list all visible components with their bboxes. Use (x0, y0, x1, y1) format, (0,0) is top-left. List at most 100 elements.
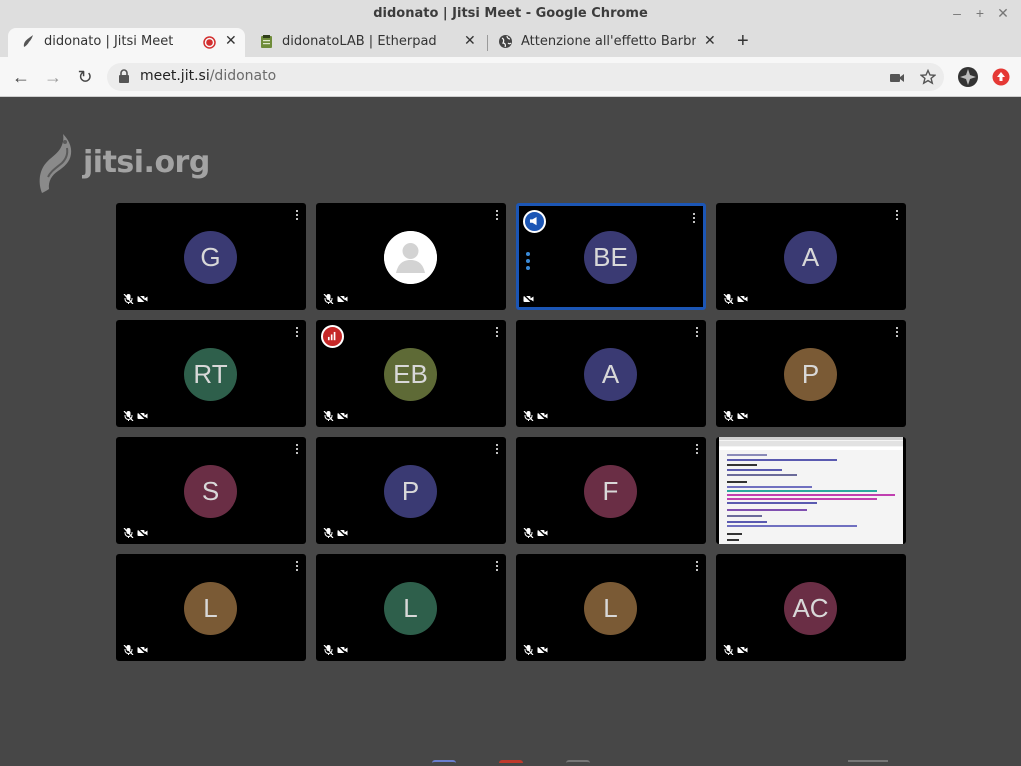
jitsi-meeting-page: jitsi.org G BE A RT EB A P S P F L L L A… (0, 97, 1021, 766)
profile-avatar-icon[interactable] (957, 66, 979, 88)
tile-menu-icon[interactable] (894, 210, 900, 222)
avatar: L (384, 582, 437, 635)
tab-jitsi-meet[interactable]: didonato | Jitsi Meet ✕ (8, 28, 245, 57)
mic-muted-icon (523, 411, 534, 421)
reload-icon[interactable]: ↻ (73, 65, 97, 89)
window-titlebar: didonato | Jitsi Meet - Google Chrome – … (0, 0, 1021, 28)
browser-toolbar: ← → ↻ meet.jit.si/didonato (0, 57, 1021, 97)
status-icons (523, 411, 548, 421)
camera-off-icon (737, 294, 748, 304)
camera-off-icon (337, 528, 348, 538)
camera-off-icon (137, 294, 148, 304)
avatar: BE (584, 231, 637, 284)
minimize-icon[interactable]: – (949, 5, 965, 21)
url-text[interactable]: meet.jit.si/didonato (140, 68, 276, 84)
close-tab-icon[interactable]: ✕ (225, 33, 237, 49)
tab-label: didonato | Jitsi Meet (44, 34, 174, 49)
camera-off-icon (337, 645, 348, 655)
tile-menu-icon[interactable] (494, 444, 500, 456)
tile-menu-icon[interactable] (294, 210, 300, 222)
tile-menu-icon[interactable] (694, 561, 700, 573)
jitsi-favicon-icon (23, 35, 33, 47)
avatar: AC (784, 582, 837, 635)
tile-menu-icon[interactable] (294, 561, 300, 573)
avatar: A (784, 231, 837, 284)
camera-off-icon (337, 411, 348, 421)
tile-menu-icon[interactable] (691, 213, 697, 225)
toolbar-button-hint[interactable] (848, 760, 888, 763)
jitsi-logo-icon (39, 134, 72, 193)
connection-indicator-icon[interactable] (321, 325, 344, 348)
etherpad-favicon-icon (261, 35, 272, 48)
camera-off-icon (737, 411, 748, 421)
mic-muted-icon (523, 645, 534, 655)
participant-tile-active-speaker[interactable]: BE (516, 203, 706, 310)
participant-tile[interactable]: L (116, 554, 306, 661)
new-tab-icon[interactable]: + (737, 30, 749, 53)
camera-off-icon (537, 411, 548, 421)
camera-off-icon (537, 528, 548, 538)
dominant-speaker-icon (523, 210, 546, 233)
avatar: P (784, 348, 837, 401)
tile-menu-icon[interactable] (694, 444, 700, 456)
status-icons (523, 528, 548, 538)
participant-tile[interactable]: P (716, 320, 906, 427)
status-icons (323, 645, 348, 655)
participant-tile[interactable]: A (516, 320, 706, 427)
maximize-icon[interactable]: + (972, 5, 988, 21)
participant-tile[interactable]: L (316, 554, 506, 661)
participant-tile[interactable]: A (716, 203, 906, 310)
tile-menu-icon[interactable] (494, 327, 500, 339)
bookmark-star-icon[interactable] (920, 69, 936, 85)
participant-tile[interactable]: EB (316, 320, 506, 427)
tile-menu-icon[interactable] (494, 561, 500, 573)
toolbar-button-hint[interactable] (499, 760, 523, 763)
participant-tile-screenshare[interactable] (716, 437, 906, 544)
participant-tile[interactable]: RT (116, 320, 306, 427)
update-available-icon[interactable] (992, 68, 1010, 86)
jitsi-logo[interactable]: jitsi.org (36, 133, 210, 197)
globe-icon (499, 35, 512, 48)
toolbar-button-hint[interactable] (566, 760, 590, 763)
participant-tile[interactable]: AC (716, 554, 906, 661)
address-bar[interactable]: meet.jit.si/didonato (107, 63, 944, 91)
avatar: EB (384, 348, 437, 401)
tab-barbra-streisand[interactable]: Attenzione all'effetto Barbra Str ✕ (488, 28, 728, 57)
participant-tile[interactable]: F (516, 437, 706, 544)
mic-muted-icon (723, 645, 734, 655)
back-icon[interactable]: ← (9, 65, 33, 89)
close-tab-icon[interactable]: ✕ (464, 33, 476, 49)
camera-off-icon (337, 294, 348, 304)
status-icons (723, 411, 748, 421)
status-icons (323, 528, 348, 538)
participant-tile[interactable] (316, 203, 506, 310)
recording-icon (203, 36, 216, 49)
avatar: A (584, 348, 637, 401)
camera-in-use-icon[interactable] (889, 70, 905, 86)
close-window-icon[interactable]: ✕ (995, 5, 1011, 22)
toolbar-button-hint[interactable] (432, 760, 456, 763)
mic-muted-icon (723, 294, 734, 304)
forward-icon[interactable]: → (41, 65, 65, 89)
mic-muted-icon (323, 645, 334, 655)
participant-tile[interactable]: P (316, 437, 506, 544)
participant-tile[interactable]: S (116, 437, 306, 544)
camera-off-icon (737, 645, 748, 655)
camera-off-icon (137, 645, 148, 655)
status-icons (123, 528, 148, 538)
mic-muted-icon (123, 411, 134, 421)
status-icons (123, 645, 148, 655)
tile-menu-icon[interactable] (494, 210, 500, 222)
tile-menu-icon[interactable] (894, 327, 900, 339)
status-icons (523, 294, 534, 304)
close-tab-icon[interactable]: ✕ (704, 33, 716, 49)
participant-tile[interactable]: G (116, 203, 306, 310)
status-icons (723, 645, 748, 655)
tab-label: didonatoLAB | Etherpad (282, 34, 437, 49)
tile-menu-icon[interactable] (294, 327, 300, 339)
participant-tile[interactable]: L (516, 554, 706, 661)
tab-etherpad[interactable]: didonatoLAB | Etherpad ✕ (246, 28, 486, 57)
status-icons (323, 294, 348, 304)
tile-menu-icon[interactable] (294, 444, 300, 456)
tile-menu-icon[interactable] (694, 327, 700, 339)
